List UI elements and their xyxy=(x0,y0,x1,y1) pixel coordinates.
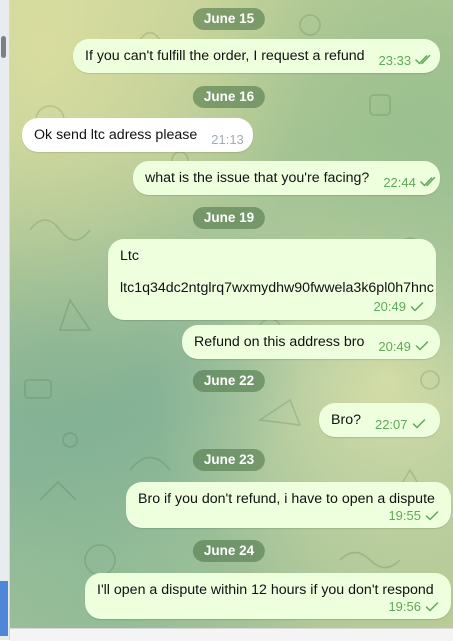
message-time: 19:55 xyxy=(388,508,421,523)
message-time: 22:44 xyxy=(383,174,416,190)
check-icon xyxy=(412,419,426,429)
accent-strip xyxy=(0,581,8,636)
message-meta: 23:33 xyxy=(379,53,434,68)
message-time: 19:56 xyxy=(388,599,421,614)
message-time: 20:49 xyxy=(373,299,406,314)
date-separator: June 15 xyxy=(192,8,266,30)
message-text: If you can't fulfill the order, I reques… xyxy=(85,48,365,64)
date-separator: June 24 xyxy=(192,540,266,562)
message-time: 21:13 xyxy=(211,131,244,147)
message-text: Bro? xyxy=(331,412,361,428)
message-text-line: Ltc xyxy=(120,248,139,264)
date-separator: June 16 xyxy=(192,86,266,108)
scrollbar-thumb[interactable] xyxy=(1,36,6,58)
message-meta: 19:55 xyxy=(388,508,439,523)
chat-background[interactable]: June 15 If you can't fulfill the order, … xyxy=(10,0,453,628)
outgoing-message[interactable]: Ltc ltc1q34dc2ntglrq7wxmydhw90fwwela3k6p… xyxy=(108,239,436,320)
outgoing-message[interactable]: Refund on this address bro 20:49 xyxy=(182,325,440,359)
message-text: what is the issue that you're facing? xyxy=(145,170,370,186)
check-icon xyxy=(415,341,429,351)
message-text: Ok send ltc adress please xyxy=(34,127,198,143)
message-time: 23:33 xyxy=(378,52,412,68)
message-meta: 22:07 xyxy=(375,417,426,432)
message-time: 20:49 xyxy=(378,338,411,354)
outgoing-message[interactable]: Bro? 22:07 xyxy=(319,403,440,437)
incoming-message[interactable]: Ok send ltc adress please 21:13 xyxy=(22,118,253,152)
check-icon xyxy=(425,601,439,612)
message-time: 22:07 xyxy=(374,416,408,432)
message-text: Refund on this address bro xyxy=(194,334,365,350)
bottom-bar xyxy=(10,628,453,641)
message-meta: 22:44 xyxy=(383,175,438,190)
message-text: Bro if you don't refund, i have to open … xyxy=(138,491,435,507)
outgoing-message[interactable]: I'll open a dispute within 12 hours if y… xyxy=(85,573,451,619)
message-meta: 21:13 xyxy=(211,132,244,147)
message-meta: 19:56 xyxy=(388,599,439,614)
message-text-line xyxy=(120,265,424,279)
message-meta: 20:49 xyxy=(378,339,429,354)
double-check-icon xyxy=(415,55,433,65)
message-text: I'll open a dispute within 12 hours if y… xyxy=(97,582,434,598)
date-separator: June 23 xyxy=(192,449,266,471)
double-check-icon xyxy=(420,177,438,187)
outgoing-message[interactable]: Bro if you don't refund, i have to open … xyxy=(126,482,451,528)
outgoing-message[interactable]: If you can't fulfill the order, I reques… xyxy=(73,39,440,73)
date-separator: June 19 xyxy=(192,207,266,229)
date-separator: June 22 xyxy=(192,370,266,392)
check-icon xyxy=(410,301,424,312)
check-icon xyxy=(425,510,439,521)
message-meta: 20:49 xyxy=(373,299,424,314)
outgoing-message[interactable]: what is the issue that you're facing? 22… xyxy=(133,161,440,195)
left-edge-panel xyxy=(0,0,10,640)
message-text-line: ltc1q34dc2ntglrq7wxmydhw90fwwela3k6pl0h7… xyxy=(120,280,434,296)
